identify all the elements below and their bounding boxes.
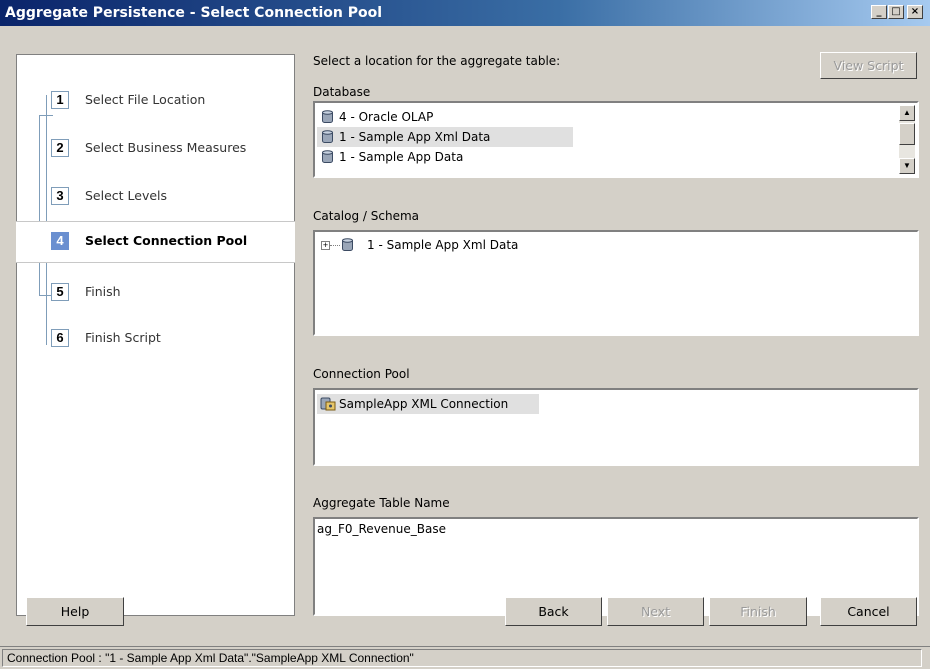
step-number: 5: [51, 283, 69, 301]
database-icon: [322, 110, 333, 123]
maximize-icon: □: [891, 6, 901, 17]
minimize-icon: _: [876, 6, 882, 17]
scroll-up-button[interactable]: ▲: [899, 105, 915, 121]
step-label: Select Business Measures: [85, 140, 247, 155]
arrow-down-icon: ▼: [903, 161, 911, 170]
connection-pool-list[interactable]: SampleApp XML Connection: [313, 388, 919, 466]
step-label: Finish Script: [85, 330, 161, 345]
finish-button[interactable]: Finish: [709, 597, 807, 626]
step-number: 1: [51, 91, 69, 109]
back-button[interactable]: Back: [505, 597, 602, 626]
list-item[interactable]: 4 - Oracle OLAP: [317, 107, 567, 127]
catalog-item-label: 1 - Sample App Xml Data: [367, 238, 519, 252]
minimize-button[interactable]: _: [871, 5, 887, 19]
step-finish-script[interactable]: 6 Finish Script: [33, 319, 295, 359]
list-item[interactable]: 1 - Sample App Data: [317, 147, 567, 167]
database-list[interactable]: 4 - Oracle OLAP 1 - Sample App Xml Data …: [313, 101, 919, 178]
step-select-levels[interactable]: 3 Select Levels: [33, 177, 295, 217]
step-select-connection-pool[interactable]: 4 Select Connection Pool: [16, 221, 295, 263]
database-scrollbar[interactable]: ▲ ▼: [899, 105, 915, 174]
database-item-label: 1 - Sample App Xml Data: [339, 130, 491, 144]
maximize-button[interactable]: □: [888, 5, 904, 19]
step-label: Finish: [85, 284, 121, 299]
step-label: Select Levels: [85, 188, 168, 203]
step-select-business-measures[interactable]: 2 Select Business Measures: [33, 129, 295, 169]
connection-pool-label: Connection Pool: [313, 367, 410, 381]
connection-pool-icon: [320, 397, 336, 411]
step-number: 4: [51, 232, 69, 250]
connection-pool-item-label: SampleApp XML Connection: [339, 397, 509, 411]
arrow-up-icon: ▲: [903, 108, 911, 117]
database-item-label: 4 - Oracle OLAP: [339, 110, 434, 124]
window-title: Aggregate Persistence - Select Connectio…: [5, 5, 383, 21]
scroll-thumb[interactable]: [899, 123, 915, 145]
aggregate-name-label: Aggregate Table Name: [313, 496, 450, 510]
next-button[interactable]: Next: [607, 597, 704, 626]
aggregate-name-value[interactable]: ag_F0_Revenue_Base: [317, 522, 446, 536]
status-bar: Connection Pool : "1 - Sample App Xml Da…: [0, 646, 930, 669]
step-label: Select Connection Pool: [85, 233, 248, 248]
scroll-down-button[interactable]: ▼: [899, 158, 915, 174]
step-number: 3: [51, 187, 69, 205]
expand-icon[interactable]: +: [321, 241, 330, 250]
tree-item[interactable]: 1 - Sample App Xml Data: [337, 235, 597, 255]
dialog-body: 1 Select File Location 2 Select Business…: [0, 26, 930, 646]
catalog-label: Catalog / Schema: [313, 209, 420, 223]
database-item-label: 1 - Sample App Data: [339, 150, 464, 164]
list-item[interactable]: 1 - Sample App Xml Data: [317, 127, 573, 147]
database-icon: [322, 150, 333, 163]
cancel-button[interactable]: Cancel: [820, 597, 917, 626]
close-icon: ×: [910, 6, 920, 17]
database-icon: [322, 130, 333, 143]
instruction-text: Select a location for the aggregate tabl…: [313, 54, 561, 68]
catalog-tree[interactable]: + 1 - Sample App Xml Data: [313, 230, 919, 336]
step-select-file-location[interactable]: 1 Select File Location: [33, 81, 295, 121]
help-button[interactable]: Help: [26, 597, 124, 626]
title-bar: Aggregate Persistence - Select Connectio…: [0, 0, 930, 26]
view-script-label: View Script: [833, 58, 904, 73]
step-number: 2: [51, 139, 69, 157]
step-number: 6: [51, 329, 69, 347]
status-text: Connection Pool : "1 - Sample App Xml Da…: [2, 649, 922, 667]
step-label: Select File Location: [85, 92, 206, 107]
wizard-steps-panel: 1 Select File Location 2 Select Business…: [16, 54, 295, 616]
view-script-button[interactable]: View Script: [820, 52, 917, 79]
list-item[interactable]: SampleApp XML Connection: [317, 394, 539, 414]
database-label: Database: [313, 85, 371, 99]
close-button[interactable]: ×: [907, 5, 923, 19]
database-icon: [342, 238, 353, 251]
step-finish[interactable]: 5 Finish: [33, 273, 295, 313]
